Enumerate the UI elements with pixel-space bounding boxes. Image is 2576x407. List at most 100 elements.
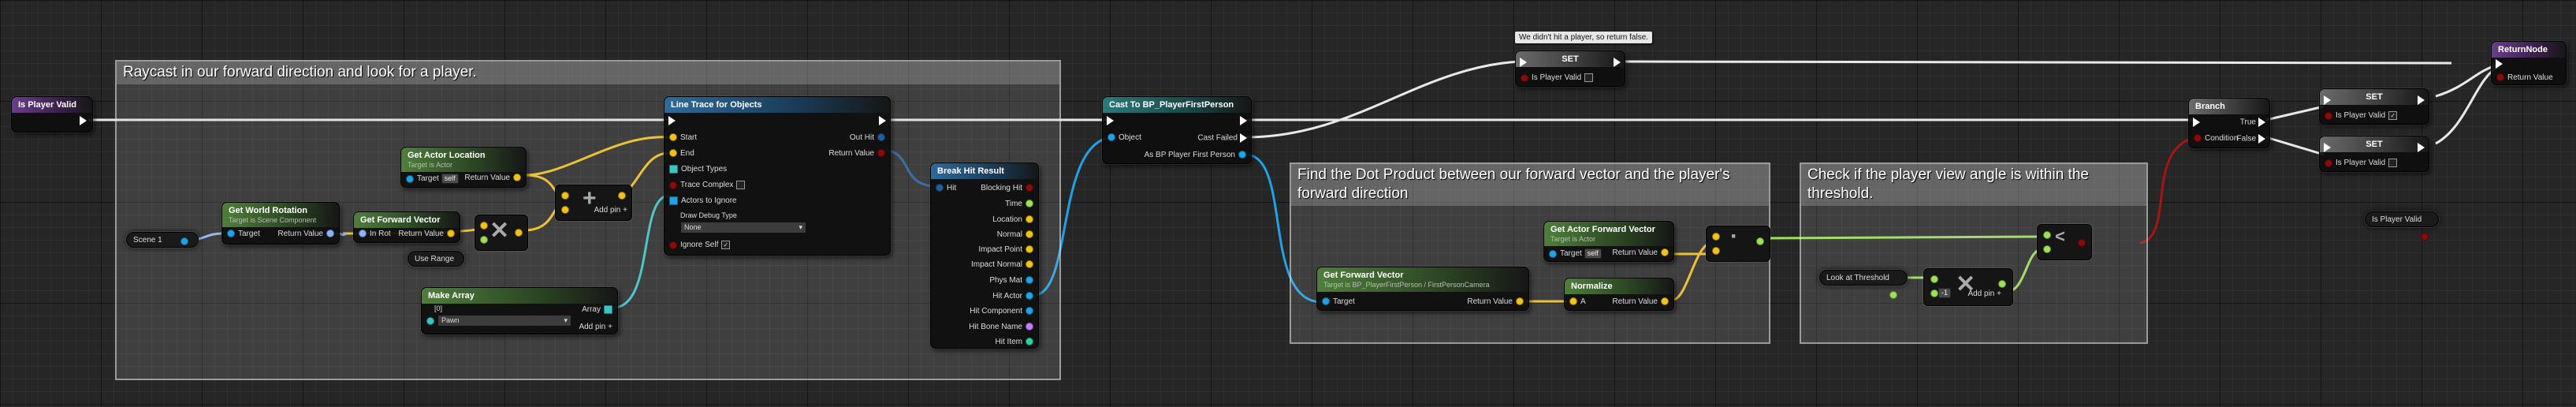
trace-complex-checkbox[interactable] (736, 181, 746, 189)
get-forward-vector-node[interactable]: Get Forward Vector In Rot Return Value (353, 211, 460, 243)
out-hit-pin[interactable] (877, 133, 885, 142)
cast-to-bp-player-node[interactable]: Cast To BP_PlayerFirstPerson Object Cast… (1102, 96, 1252, 164)
target-pin[interactable] (406, 174, 414, 183)
hit-item-pin[interactable] (1026, 338, 1033, 346)
cast-failed-pin[interactable] (1240, 133, 1247, 143)
a-pin[interactable] (480, 222, 488, 230)
self-field[interactable]: self (1584, 248, 1602, 259)
hit-actor-pin[interactable] (1026, 292, 1033, 301)
b-pin[interactable] (480, 236, 488, 244)
is-player-valid-checkbox[interactable] (1584, 73, 1594, 82)
set-is-player-valid-false-node-2[interactable]: SET Is Player Valid (2319, 136, 2429, 172)
condition-pin[interactable] (2194, 134, 2202, 143)
start-pin[interactable] (669, 133, 677, 142)
hit-component-pin[interactable] (1026, 307, 1033, 316)
set-is-player-valid-false-node[interactable]: SET Is Player Valid (1515, 50, 1625, 87)
target-pin[interactable] (1322, 297, 1330, 306)
make-array-node[interactable]: Make Array [0] Pawn Array Add pin + (421, 287, 618, 334)
out-pin[interactable] (1998, 280, 2006, 288)
draw-debug-type-dropdown[interactable]: None (680, 222, 806, 233)
phys-mat-pin[interactable] (1026, 276, 1033, 285)
less-than-node[interactable]: < (2037, 224, 2092, 260)
add-pin-button[interactable]: Add pin + (1967, 289, 2001, 299)
multiply-node[interactable]: ✕ (475, 215, 528, 251)
end-pin[interactable] (669, 149, 677, 158)
impact-point-pin[interactable] (1026, 245, 1033, 254)
true-exec-pin[interactable] (2258, 118, 2265, 127)
b-pin[interactable] (1930, 289, 1938, 297)
out-pin[interactable] (1756, 237, 1764, 245)
bool-out-pin[interactable] (877, 149, 885, 158)
out-pin[interactable] (2078, 239, 2086, 247)
class-dropdown[interactable]: Pawn (437, 315, 571, 327)
object-types-pin[interactable] (669, 165, 678, 174)
vector-out-pin[interactable] (1661, 297, 1669, 306)
exec-out-pin[interactable] (1614, 58, 1621, 67)
ignore-self-checkbox[interactable]: ✓ (721, 241, 731, 249)
a-pin[interactable] (1712, 233, 1720, 241)
vector-out-pin[interactable] (1661, 248, 1669, 257)
break-hit-result-node[interactable]: Break Hit Result Hit Blocking Hit Time L… (930, 162, 1039, 349)
return-node[interactable]: ReturnNode Return Value (2491, 41, 2567, 85)
exec-out-pin[interactable] (2418, 143, 2425, 152)
impact-normal-pin[interactable] (1026, 260, 1033, 269)
exec-out-pin[interactable] (2418, 95, 2425, 105)
target-pin[interactable] (1549, 249, 1557, 258)
a-pin[interactable] (561, 192, 569, 200)
array-out-pin[interactable] (604, 305, 612, 314)
object-out-pin[interactable] (181, 237, 188, 245)
scene1-variable-node[interactable]: Scene 1 (126, 232, 199, 248)
normalize-node[interactable]: Normalize A Return Value (1564, 278, 1674, 311)
b-pin[interactable] (2043, 245, 2051, 253)
is-player-valid-checkbox[interactable] (2388, 159, 2398, 167)
actors-to-ignore-pin[interactable] (669, 196, 678, 205)
exec-in-pin[interactable] (1107, 116, 1114, 125)
object-pin[interactable] (1107, 133, 1115, 142)
dot-product-node[interactable]: · (1706, 223, 1770, 262)
b-pin[interactable] (1712, 247, 1720, 255)
branch-node[interactable]: Branch True Condition False (2188, 98, 2270, 148)
target-pin[interactable] (227, 230, 235, 238)
b-value-field[interactable]: -1 (1938, 288, 1952, 298)
self-field[interactable]: self (441, 174, 459, 184)
is-player-valid-pin[interactable] (2325, 159, 2332, 167)
get-actor-location-node[interactable]: Get Actor Location Target is Actor Target… (400, 147, 527, 188)
line-trace-for-objects-node[interactable]: Line Trace for Objects Start Out Hit End… (664, 96, 891, 256)
false-exec-pin[interactable] (2258, 134, 2265, 144)
function-entry-node[interactable]: Is Player Valid (11, 96, 93, 133)
is-player-valid-variable-node[interactable]: Is Player Valid (2365, 211, 2439, 241)
vector-out-pin[interactable] (447, 230, 455, 238)
blocking-hit-pin[interactable] (1026, 184, 1033, 192)
return-value-pin[interactable] (2496, 73, 2504, 82)
hit-in-pin[interactable] (936, 184, 944, 192)
add-pin-button[interactable]: Add pin + (579, 323, 612, 332)
exec-out-pin[interactable] (879, 116, 886, 125)
exec-in-pin[interactable] (668, 116, 676, 125)
ignore-self-pin[interactable] (669, 241, 677, 249)
as-bp-out-pin[interactable] (1238, 151, 1246, 159)
rotator-out-pin[interactable] (326, 230, 334, 238)
element-0-pin[interactable] (426, 316, 434, 325)
out-pin[interactable] (515, 229, 523, 237)
out-pin[interactable] (618, 192, 626, 200)
multiply-float-node[interactable]: ✕ -1 Add pin + (1923, 268, 2013, 306)
location-pin[interactable] (1026, 215, 1033, 224)
a-pin[interactable] (1569, 297, 1577, 306)
add-node[interactable]: + Add pin + (555, 185, 632, 221)
look-at-threshold-variable-node[interactable]: Look at Threshold (1819, 270, 1908, 299)
normal-pin[interactable] (1026, 230, 1033, 239)
exec-in-pin[interactable] (2193, 118, 2200, 127)
hit-bone-name-pin[interactable] (1026, 323, 1033, 331)
trace-complex-pin[interactable] (669, 181, 677, 189)
time-pin[interactable] (1026, 200, 1033, 208)
b-pin[interactable] (561, 206, 569, 214)
exec-in-pin[interactable] (2324, 143, 2331, 152)
get-forward-vector-camera-node[interactable]: Get Forward Vector Target is BP_PlayerFir… (1316, 267, 1529, 311)
float-out-pin[interactable] (1889, 291, 1897, 299)
exec-out-pin[interactable] (1240, 116, 1247, 125)
set-is-player-valid-true-node[interactable]: SET Is Player Valid ✓ (2319, 88, 2429, 125)
a-pin[interactable] (2043, 231, 2051, 239)
vector-out-pin[interactable] (513, 174, 521, 182)
get-world-rotation-node[interactable]: Get World Rotation Target is Scene Compon… (221, 202, 340, 245)
add-pin-button[interactable]: Add pin + (594, 206, 627, 215)
